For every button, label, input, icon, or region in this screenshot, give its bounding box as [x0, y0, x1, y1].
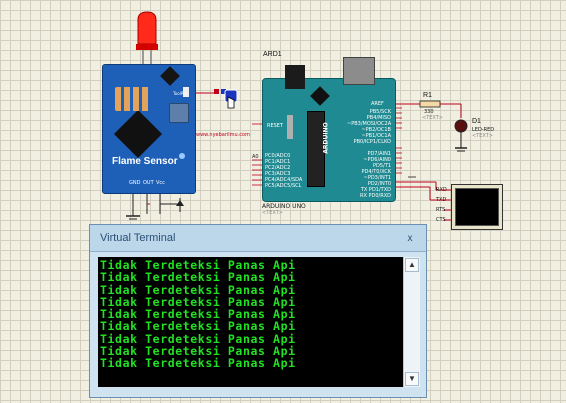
- digital-pins-bottom: PD7/AIN1 ~PD6/AIN0 PD5/T1 PD4/T0/XCK ~PD…: [347, 151, 391, 199]
- digital-pins-top: PB5/SCK PB4/MISO ~PB3/MOSI/OC2A ~PB2/OC1…: [347, 109, 391, 145]
- led-text: <TEXT>: [472, 133, 493, 139]
- virtual-terminal-window[interactable]: Virtual Terminal x Tidak Terdeteksi Pana…: [89, 224, 427, 398]
- flame-sensor-title: Flame Sensor: [112, 156, 178, 167]
- vt-pin: RXD: [436, 187, 447, 193]
- analog-label: A0: [252, 154, 259, 160]
- scroll-up-icon[interactable]: ▲: [405, 258, 419, 272]
- close-button[interactable]: x: [403, 232, 417, 246]
- reset-label: RESET: [267, 123, 284, 129]
- resistor-text: <TEXT>: [422, 115, 443, 121]
- pin-vcc: Vcc: [156, 180, 165, 186]
- crystal: [287, 115, 293, 139]
- resistor-array: [115, 87, 151, 111]
- virtual-terminal-screen-icon: [455, 188, 499, 226]
- terminal-line: Tidak Terdeteksi Panas Api: [100, 356, 296, 371]
- pin-out: OUT: [143, 180, 154, 186]
- arduino-board[interactable]: ARDUINO AREF RESET PC0/ADC0 PC1/ADC1 PC2…: [262, 57, 396, 202]
- led-ref: D1: [472, 118, 481, 125]
- potentiometer[interactable]: [169, 103, 189, 123]
- flame-sensor-module[interactable]: ToolPro GND OUT Vcc: [102, 64, 196, 194]
- arduino-brand: ARDUINO: [322, 122, 330, 154]
- scroll-down-icon[interactable]: ▼: [405, 372, 419, 386]
- hand-pointer-icon: [224, 88, 238, 110]
- small-chip: [310, 86, 330, 106]
- vt-pin: CTS: [436, 217, 446, 223]
- terminal-titlebar[interactable]: Virtual Terminal x: [90, 225, 426, 252]
- vt-pin: RTS: [436, 207, 446, 213]
- usb-port: [343, 57, 375, 85]
- power-label: ToolPro: [173, 91, 188, 96]
- resistor-ref: R1: [423, 92, 432, 99]
- pin-gnd: GND: [129, 180, 141, 186]
- arduino-text: <TEXT>: [262, 210, 283, 216]
- digital-pin: PB0/ICP1/CLKO: [353, 139, 391, 145]
- vt-device-pins: RXD TXD RTS CTS: [436, 185, 447, 225]
- analog-pin: PC5/ADC5/SCL: [265, 183, 302, 189]
- status-led: [179, 153, 185, 159]
- website-label: www.nyebarilmu.com: [196, 132, 250, 138]
- terminal-line: Tidak Terdeteksi Panas Api: [100, 270, 296, 285]
- flame-led-icon: [136, 11, 158, 66]
- vt-pin: TXD: [436, 197, 447, 203]
- sensor-ic: [113, 109, 163, 159]
- vertical-scrollbar[interactable]: ▲ ▼: [403, 257, 420, 387]
- terminal-title: Virtual Terminal: [100, 232, 176, 244]
- power-jack: [285, 65, 305, 89]
- terminal-line: Tidak Terdeteksi Panas Api: [100, 319, 296, 334]
- arduino-ref: ARD1: [263, 51, 282, 58]
- terminal-output[interactable]: Tidak Terdeteksi Panas Api Tidak Terdete…: [98, 257, 403, 387]
- analog-pins: PC0/ADC0 PC1/ADC1 PC2/ADC2 PC3/ADC3 PC4/…: [265, 153, 302, 189]
- aref-label: AREF: [371, 101, 384, 107]
- digital-pin: RX PD0/RXD: [360, 193, 391, 199]
- black-diamond-top: [160, 66, 180, 86]
